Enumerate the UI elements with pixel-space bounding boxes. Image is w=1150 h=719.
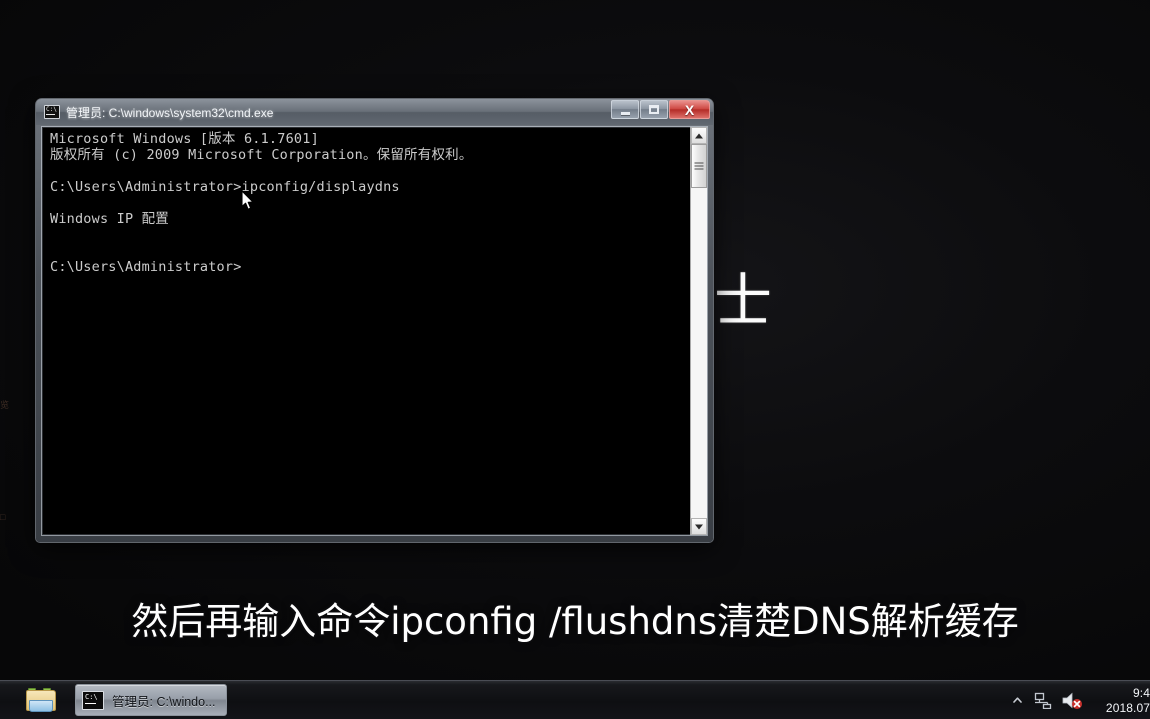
window-title-bar[interactable]: 管理员: C:\windows\system32\cmd.exe X: [36, 99, 713, 125]
clock-time: 9:4: [1133, 685, 1150, 700]
show-hidden-icons-button[interactable]: [1011, 694, 1024, 707]
console-line: C:\Users\Administrator>ipconfig/displayd…: [50, 179, 400, 195]
close-icon: X: [684, 101, 695, 118]
scrollbar-thumb[interactable]: [691, 144, 707, 188]
console-scrollbar[interactable]: [690, 127, 707, 535]
console-line: C:\Users\Administrator>: [50, 259, 242, 275]
taskbar-clock[interactable]: 9:4 2018.07: [1092, 686, 1150, 716]
close-button[interactable]: X: [669, 100, 710, 119]
scrollbar-track[interactable]: [691, 144, 707, 518]
console-line: Windows IP 配置: [50, 211, 170, 227]
window-title: 管理员: C:\windows\system32\cmd.exe: [66, 105, 274, 120]
maximize-button[interactable]: [640, 100, 668, 119]
scroll-down-arrow-icon[interactable]: [691, 518, 707, 535]
console-output[interactable]: Microsoft Windows [版本 6.1.7601] 版权所有 (c) …: [42, 127, 690, 535]
window-controls[interactable]: X: [611, 100, 710, 119]
volume-muted-icon[interactable]: [1061, 691, 1083, 710]
system-tray[interactable]: 9:4 2018.07: [1011, 681, 1150, 719]
scroll-up-arrow-icon[interactable]: [691, 127, 707, 144]
mouse-cursor-icon: [241, 190, 254, 210]
taskbar-cmd-button[interactable]: 管理员: C:\windo...: [75, 684, 227, 716]
desktop[interactable]: 览 □ 士 管理员: C:\windows\system32\cmd.exe X…: [0, 0, 1150, 680]
scrollbar-grip-icon: [694, 162, 704, 170]
clock-date: 2018.07: [1105, 700, 1150, 715]
subtitle-caption: 然后再输入命令ipconfig /flushdns清楚DNS解析缓存: [131, 600, 1019, 643]
console-line: 版权所有 (c) 2009 Microsoft Corporation。保留所有…: [50, 147, 473, 163]
minimize-button[interactable]: [611, 100, 639, 119]
desktop-icon-ghost-1: 览: [0, 400, 9, 410]
desktop-watermark-character: 士: [714, 267, 773, 335]
cmd-window[interactable]: 管理员: C:\windows\system32\cmd.exe X Micro…: [36, 99, 713, 542]
taskbar-cmd-label: 管理员: C:\windo...: [112, 694, 216, 709]
network-icon[interactable]: [1033, 692, 1052, 709]
desktop-icon-ghost-2: □: [0, 512, 6, 522]
taskbar-explorer-button[interactable]: [19, 681, 63, 719]
console-area[interactable]: Microsoft Windows [版本 6.1.7601] 版权所有 (c) …: [42, 127, 707, 535]
cmd-icon: [44, 105, 60, 119]
cmd-icon: [82, 690, 104, 710]
folder-icon: [26, 687, 56, 713]
console-line: Microsoft Windows [版本 6.1.7601]: [50, 131, 319, 147]
taskbar[interactable]: 管理员: C:\windo... 9:4 2018.07: [0, 680, 1150, 719]
